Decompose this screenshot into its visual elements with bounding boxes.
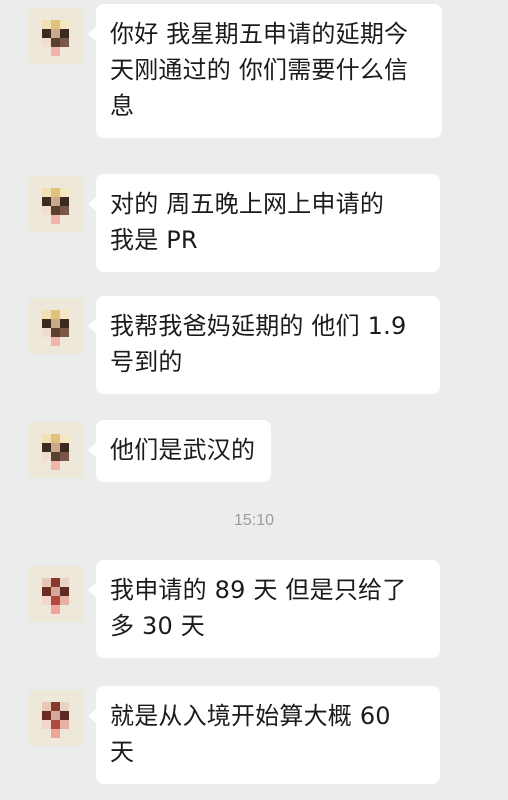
- message-bubble[interactable]: 你好 我星期五申请的延期今 天刚通过的 你们需要什么信 息: [88, 4, 442, 138]
- avatar[interactable]: [28, 298, 84, 354]
- avatar[interactable]: [28, 422, 84, 478]
- chat-window: 你好 我星期五申请的延期今 天刚通过的 你们需要什么信 息 对的 周五晚上网上申…: [0, 0, 508, 800]
- avatar[interactable]: [28, 690, 84, 746]
- avatar[interactable]: [28, 566, 84, 622]
- message-bubble[interactable]: 我帮我爸妈延期的 他们 1.9 号到的: [88, 296, 440, 394]
- message-bubble[interactable]: 对的 周五晚上网上申请的 我是 PR: [88, 174, 440, 272]
- timestamp: 15:10: [233, 512, 275, 529]
- avatar[interactable]: [28, 176, 84, 232]
- message-bubble[interactable]: 就是从入境开始算大概 60 天: [88, 686, 440, 784]
- message-bubble[interactable]: 我申请的 89 天 但是只给了 多 30 天: [88, 560, 440, 658]
- avatar[interactable]: [28, 8, 84, 64]
- message-bubble[interactable]: 他们是武汉的: [87, 420, 272, 482]
